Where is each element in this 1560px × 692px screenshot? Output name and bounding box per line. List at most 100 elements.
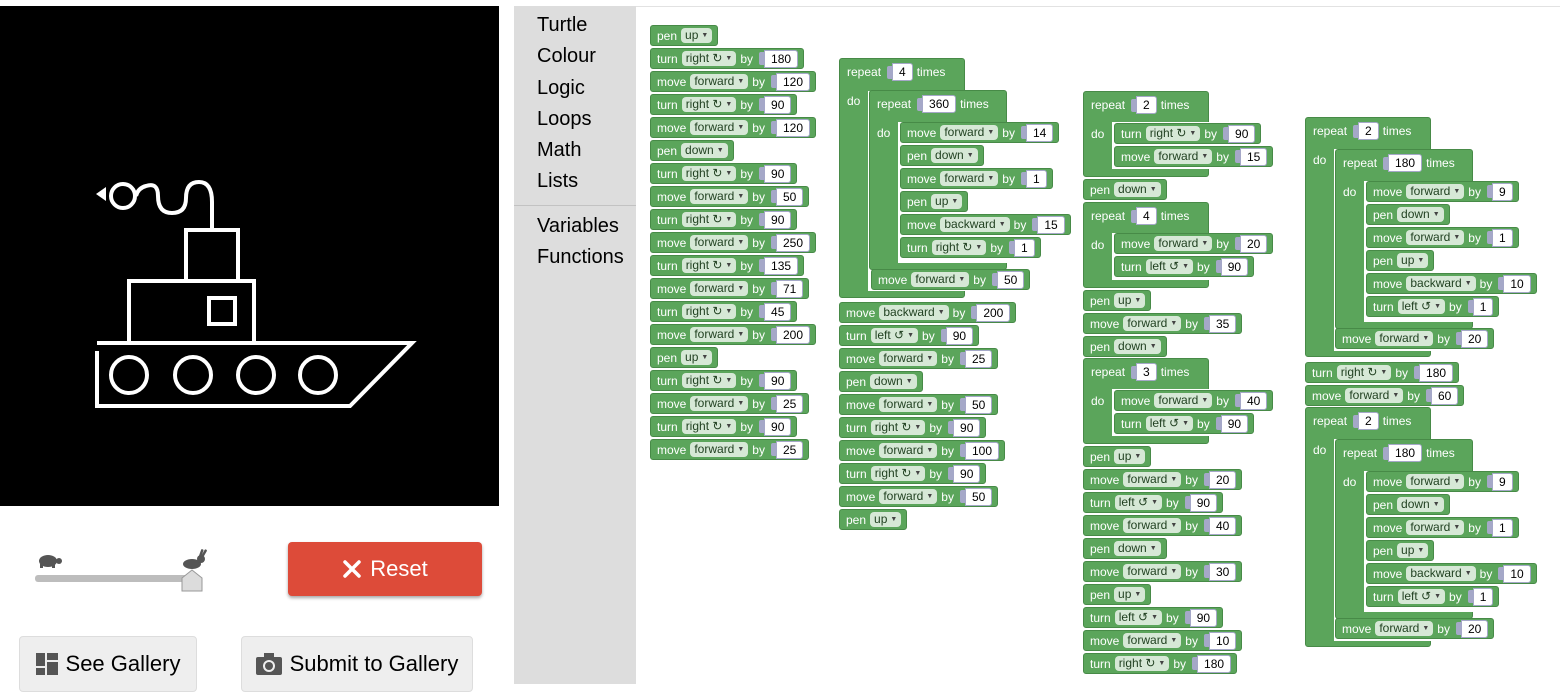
number-value[interactable]: 90 [764,95,792,114]
pen-dropdown[interactable]: up ▼ [1397,543,1429,558]
number-value[interactable]: 90 [953,418,981,437]
turn-block[interactable]: turn right ↻ ▼ by 90 [650,94,798,115]
pen-block[interactable]: pen down ▼ [1366,204,1450,225]
number-input[interactable]: 90 [757,210,792,229]
move-block[interactable]: move forward ▼ by 20 [1114,233,1274,254]
number-input[interactable]: 10 [1496,564,1531,583]
move-dropdown[interactable]: forward ▼ [1375,621,1434,636]
turn-dropdown[interactable]: right ↻ ▼ [681,166,737,181]
number-value[interactable]: 100 [964,441,1000,460]
number-input[interactable]: 50 [769,187,804,206]
number-value[interactable]: 40 [1208,516,1237,535]
toolbox-category-loops[interactable]: Loops [537,108,592,131]
move-block[interactable]: move forward ▼ by 20 [1335,618,1495,639]
number-value[interactable]: 90 [1220,414,1249,433]
number-value[interactable]: 20 [1208,470,1237,489]
number-value[interactable]: 180 [764,49,799,68]
turn-dropdown[interactable]: right ↻ ▼ [681,304,737,319]
slider-track[interactable] [35,575,195,582]
pen-dropdown[interactable]: down ▼ [681,143,728,158]
number-value[interactable]: 2 [1358,122,1379,140]
move-dropdown[interactable]: forward ▼ [879,489,938,504]
turn-dropdown[interactable]: right ↻ ▼ [1145,126,1201,141]
number-input[interactable]: 90 [757,95,792,114]
number-value[interactable]: 25 [964,349,993,368]
number-value[interactable]: 20 [1460,329,1489,348]
number-input[interactable]: 10 [1202,631,1237,650]
number-input[interactable]: 2 [1129,96,1157,114]
move-dropdown[interactable]: forward ▼ [879,397,938,412]
number-input[interactable]: 4 [1129,207,1157,225]
number-input[interactable]: 135 [757,256,799,275]
turn-block[interactable]: turn right ↻ ▼ by 90 [650,163,798,184]
number-input[interactable]: 120 [769,118,811,137]
turn-dropdown[interactable]: right ↻ ▼ [681,212,737,227]
number-input[interactable]: 40 [1233,391,1268,410]
number-value[interactable]: 1 [1025,169,1047,188]
number-value[interactable]: 90 [1228,124,1256,143]
pen-block[interactable]: pen up ▼ [1083,290,1152,311]
number-value[interactable]: 3 [1136,363,1157,381]
move-block[interactable]: move forward ▼ by 1 [1366,517,1519,538]
move-block[interactable]: move forward ▼ by 35 [1083,313,1243,334]
number-value[interactable]: 20 [1239,234,1268,253]
number-value[interactable]: 71 [775,279,804,298]
number-input[interactable]: 10 [1496,274,1531,293]
number-input[interactable]: 1 [1466,297,1494,316]
move-block[interactable]: move forward ▼ by 250 [650,232,817,253]
move-block[interactable]: move forward ▼ by 50 [650,186,810,207]
pen-block[interactable]: pen down ▼ [1366,494,1450,515]
number-input[interactable]: 1 [1485,518,1513,537]
move-dropdown[interactable]: forward ▼ [1345,388,1404,403]
number-value[interactable]: 90 [764,417,792,436]
number-value[interactable]: 120 [775,72,811,91]
move-dropdown[interactable]: forward ▼ [1123,518,1182,533]
pen-block[interactable]: pen down ▼ [900,145,984,166]
move-dropdown[interactable]: forward ▼ [1154,236,1213,251]
number-value[interactable]: 1 [1472,587,1494,606]
move-dropdown[interactable]: forward ▼ [690,281,749,296]
number-value[interactable]: 15 [1037,215,1065,234]
number-input[interactable]: 2 [1351,412,1379,430]
number-value[interactable]: 90 [764,371,792,390]
toolbox-category-colour[interactable]: Colour [537,45,596,68]
pen-dropdown[interactable]: down ▼ [1397,497,1444,512]
move-block[interactable]: move forward ▼ by 1 [1366,227,1519,248]
block-workspace[interactable]: pen up ▼ turn right ↻ ▼ by 180 move forward ▼ by 1 20… [636,6,1560,684]
move-dropdown[interactable]: forward ▼ [1123,564,1182,579]
pen-dropdown[interactable]: down ▼ [1114,182,1161,197]
number-input[interactable]: 50 [958,395,993,414]
pen-block[interactable]: pen up ▼ [839,509,908,530]
number-value[interactable]: 40 [1239,391,1268,410]
number-input[interactable]: 90 [1183,608,1218,627]
move-block[interactable]: move forward ▼ by 50 [839,486,999,507]
number-value[interactable]: 90 [1189,493,1218,512]
turn-dropdown[interactable]: left ↺ ▼ [1114,495,1163,510]
number-input[interactable]: 100 [958,441,1000,460]
pen-dropdown[interactable]: up ▼ [870,512,902,527]
number-input[interactable]: 45 [757,302,792,321]
toolbox-category-variables[interactable]: Variables [537,215,619,238]
pen-block[interactable]: pen down ▼ [1083,538,1167,559]
turn-dropdown[interactable]: left ↺ ▼ [870,328,919,343]
number-input[interactable]: 120 [769,72,811,91]
turn-block[interactable]: turn right ↻ ▼ by 180 [1083,653,1238,674]
move-dropdown[interactable]: forward ▼ [690,189,749,204]
number-input[interactable]: 4 [885,63,913,81]
move-block[interactable]: move forward ▼ by 10 [1083,630,1243,651]
move-dropdown[interactable]: forward ▼ [911,272,970,287]
turn-block[interactable]: turn right ↻ ▼ by 90 [1114,123,1262,144]
move-dropdown[interactable]: forward ▼ [1123,316,1182,331]
number-input[interactable]: 2 [1351,122,1379,140]
pen-dropdown[interactable]: down ▼ [1114,339,1161,354]
number-value[interactable]: 200 [775,325,811,344]
move-dropdown[interactable]: forward ▼ [1375,331,1434,346]
turn-dropdown[interactable]: left ↺ ▼ [1145,259,1194,274]
number-value[interactable]: 180 [1388,444,1423,462]
number-input[interactable]: 90 [1221,124,1256,143]
pen-dropdown[interactable]: down ▼ [1114,541,1161,556]
number-value[interactable]: 50 [775,187,804,206]
pen-block[interactable]: pen up ▼ [1366,250,1435,271]
move-block[interactable]: move forward ▼ by 40 [1114,390,1274,411]
number-input[interactable]: 20 [1454,619,1489,638]
